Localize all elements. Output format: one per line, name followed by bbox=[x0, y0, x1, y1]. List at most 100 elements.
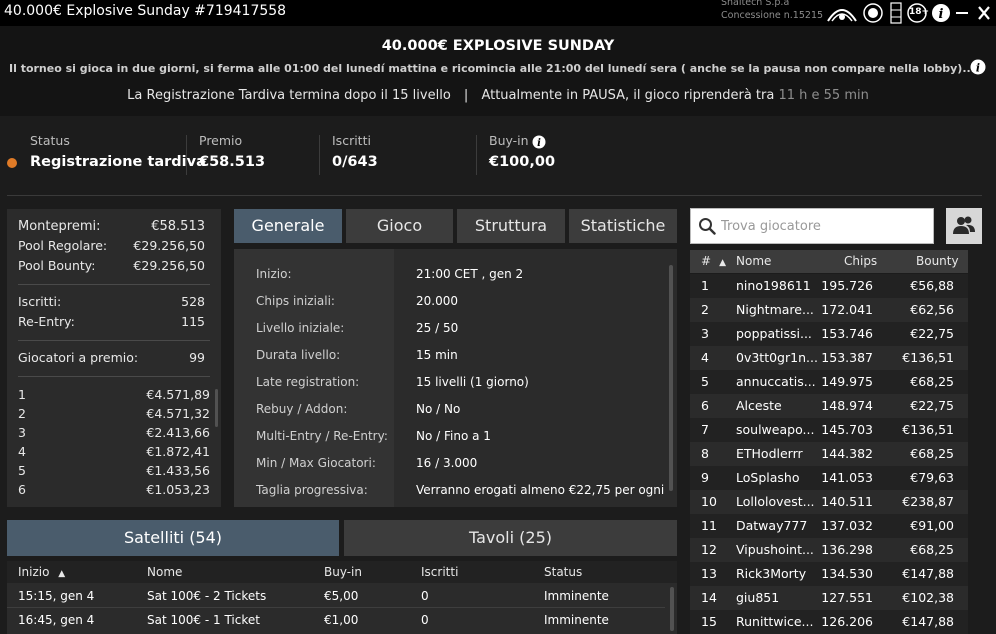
player-rank: 1 bbox=[701, 278, 709, 293]
col-header-name[interactable]: Nome bbox=[736, 254, 771, 268]
buyin-info-icon[interactable]: i bbox=[532, 134, 546, 153]
general-value: 25 / 50 bbox=[416, 321, 459, 335]
col-header-buyin[interactable]: Buy-in bbox=[324, 565, 362, 579]
table-row[interactable]: 8 ETHodlerrr 144.382 €68,25 bbox=[690, 442, 968, 466]
table-row[interactable]: 7 soulweapo... 145.703 €136,51 bbox=[690, 418, 968, 442]
sat-status: Imminente bbox=[544, 613, 609, 627]
description-info-icon[interactable]: i bbox=[970, 59, 986, 79]
friends-button[interactable] bbox=[946, 208, 982, 244]
sort-arrow-icon: ▲ bbox=[58, 569, 66, 579]
col-header-rank[interactable]: # ▲ bbox=[701, 254, 726, 268]
tab-gioco[interactable]: Gioco bbox=[346, 209, 453, 243]
prize-value: €58.513 bbox=[199, 154, 266, 170]
player-chips: 140.511 bbox=[821, 494, 873, 509]
sat-name: Sat 100€ - 2 Tickets bbox=[147, 589, 267, 603]
table-row[interactable]: 15:15, gen 4 Sat 100€ - 2 Tickets €5,00 … bbox=[7, 585, 665, 608]
player-bounty: €102,38 bbox=[902, 590, 954, 605]
table-row[interactable]: 1 nino198611 195.726 €56,88 bbox=[690, 274, 968, 298]
player-search-box[interactable] bbox=[690, 208, 934, 244]
payout-position: 1 bbox=[18, 387, 26, 402]
general-info-panel: Inizio: 21:00 CET , gen 2 Chips iniziali… bbox=[234, 249, 677, 507]
payout-row: 2 €4.571,32 bbox=[7, 406, 221, 425]
sort-arrow-icon: ▲ bbox=[719, 258, 726, 268]
general-label: Durata livello: bbox=[256, 348, 341, 362]
entrants-value: 0/643 bbox=[332, 154, 378, 170]
table-row[interactable]: 9 LoSplasho 141.053 €79,63 bbox=[690, 466, 968, 490]
regular-pool-label: Pool Regolare: bbox=[18, 238, 108, 253]
sat-buyin: €5,00 bbox=[324, 589, 359, 603]
payout-position: 5 bbox=[18, 463, 26, 478]
player-name: ETHodlerrr bbox=[736, 446, 803, 461]
close-icon[interactable] bbox=[977, 3, 991, 23]
col-header-nome[interactable]: Nome bbox=[147, 565, 182, 579]
player-chips: 195.726 bbox=[821, 278, 873, 293]
sat-buyin: €1,00 bbox=[324, 613, 359, 627]
table-row[interactable]: 11 Datway777 137.032 €91,00 bbox=[690, 514, 968, 538]
iscritti-label: Iscritti: bbox=[18, 294, 62, 309]
table-row[interactable]: 2 Nightmare... 172.041 €62,56 bbox=[690, 298, 968, 322]
table-row[interactable]: 14 giu851 127.551 €102,38 bbox=[690, 586, 968, 610]
payout-amount: €4.571,32 bbox=[146, 406, 210, 421]
table-row[interactable]: 12 Vipushoint... 136.298 €68,25 bbox=[690, 538, 968, 562]
player-bounty: €238,87 bbox=[902, 494, 954, 509]
player-rank: 6 bbox=[701, 398, 709, 413]
registration-notice: La Registrazione Tardiva termina dopo il… bbox=[0, 88, 996, 103]
player-chips: 144.382 bbox=[821, 446, 873, 461]
payout-position: 2 bbox=[18, 406, 26, 421]
minimize-icon[interactable] bbox=[955, 3, 969, 23]
table-row[interactable]: 5 annuccatis... 149.975 €68,25 bbox=[690, 370, 968, 394]
prize-pool-panel: Montepremi: €58.513 Pool Regolare: €29.2… bbox=[7, 209, 221, 507]
status-label: Status bbox=[30, 133, 70, 148]
info-icon[interactable]: i bbox=[931, 3, 951, 23]
table-row[interactable]: 10 Lollolovest... 140.511 €238,87 bbox=[690, 490, 968, 514]
tab-tables[interactable]: Tavoli (25) bbox=[344, 520, 677, 556]
reentry-value: 115 bbox=[181, 314, 205, 329]
player-name: nino198611 bbox=[736, 278, 811, 293]
tab-satellites[interactable]: Satelliti (54) bbox=[7, 520, 339, 556]
table-row[interactable]: 3 poppatissi... 153.746 €22,75 bbox=[690, 322, 968, 346]
satellites-scrollbar[interactable] bbox=[670, 587, 674, 631]
tab-statistiche[interactable]: Statistiche bbox=[569, 209, 677, 243]
section-divider bbox=[7, 195, 982, 196]
adm-logo-icon bbox=[890, 2, 902, 24]
col-header-status[interactable]: Status bbox=[544, 565, 582, 579]
general-label: Min / Max Giocatori: bbox=[256, 456, 376, 470]
player-rank: 12 bbox=[701, 542, 717, 557]
player-name: giu851 bbox=[736, 590, 780, 605]
payout-amount: €1.053,23 bbox=[146, 482, 210, 497]
player-bounty: €147,88 bbox=[902, 566, 954, 581]
table-row[interactable]: 4 0v3tt0gr1n... 153.387 €136,51 bbox=[690, 346, 968, 370]
payout-row: 1 €4.571,89 bbox=[7, 387, 221, 406]
iscritti-value: 528 bbox=[181, 294, 205, 309]
general-scrollbar[interactable] bbox=[669, 265, 673, 491]
player-chips: 172.041 bbox=[821, 302, 873, 317]
col-header-inizio[interactable]: Inizio ▲ bbox=[18, 565, 65, 579]
player-rank: 15 bbox=[701, 614, 717, 629]
col-header-iscritti[interactable]: Iscritti bbox=[421, 565, 458, 579]
tab-generale[interactable]: Generale bbox=[234, 209, 342, 243]
search-input[interactable] bbox=[721, 209, 931, 243]
table-row[interactable]: 6 Alceste 148.974 €22,75 bbox=[690, 394, 968, 418]
player-bounty: €22,75 bbox=[910, 326, 954, 341]
payout-scrollbar[interactable] bbox=[215, 389, 218, 427]
users-icon bbox=[952, 215, 976, 241]
general-label: Multi-Entry / Re-Entry: bbox=[256, 429, 388, 443]
player-rank: 5 bbox=[701, 374, 709, 389]
player-name: Rick3Morty bbox=[736, 566, 807, 581]
col-header-chips[interactable]: Chips bbox=[844, 254, 877, 268]
player-bounty: €79,63 bbox=[910, 470, 954, 485]
player-bounty: €68,25 bbox=[910, 374, 954, 389]
divider bbox=[18, 340, 210, 341]
table-row[interactable]: 16:45, gen 4 Sat 100€ - 1 Ticket €1,00 0… bbox=[7, 609, 665, 632]
player-name: Alceste bbox=[736, 398, 782, 413]
table-row[interactable]: 15 Runittwice... 126.206 €147,88 bbox=[690, 610, 968, 634]
concession-number: Concessione n.15215 bbox=[721, 10, 824, 21]
general-value: 21:00 CET , gen 2 bbox=[416, 267, 524, 281]
tab-struttura[interactable]: Struttura bbox=[457, 209, 565, 243]
table-row[interactable]: 13 Rick3Morty 134.530 €147,88 bbox=[690, 562, 968, 586]
search-icon bbox=[698, 217, 716, 239]
operator-name: Snaitech S.p.a bbox=[721, 0, 790, 8]
sat-name: Sat 100€ - 1 Ticket bbox=[147, 613, 260, 627]
col-header-bounty[interactable]: Bounty bbox=[916, 254, 959, 268]
montepremi-label: Montepremi: bbox=[18, 219, 101, 234]
